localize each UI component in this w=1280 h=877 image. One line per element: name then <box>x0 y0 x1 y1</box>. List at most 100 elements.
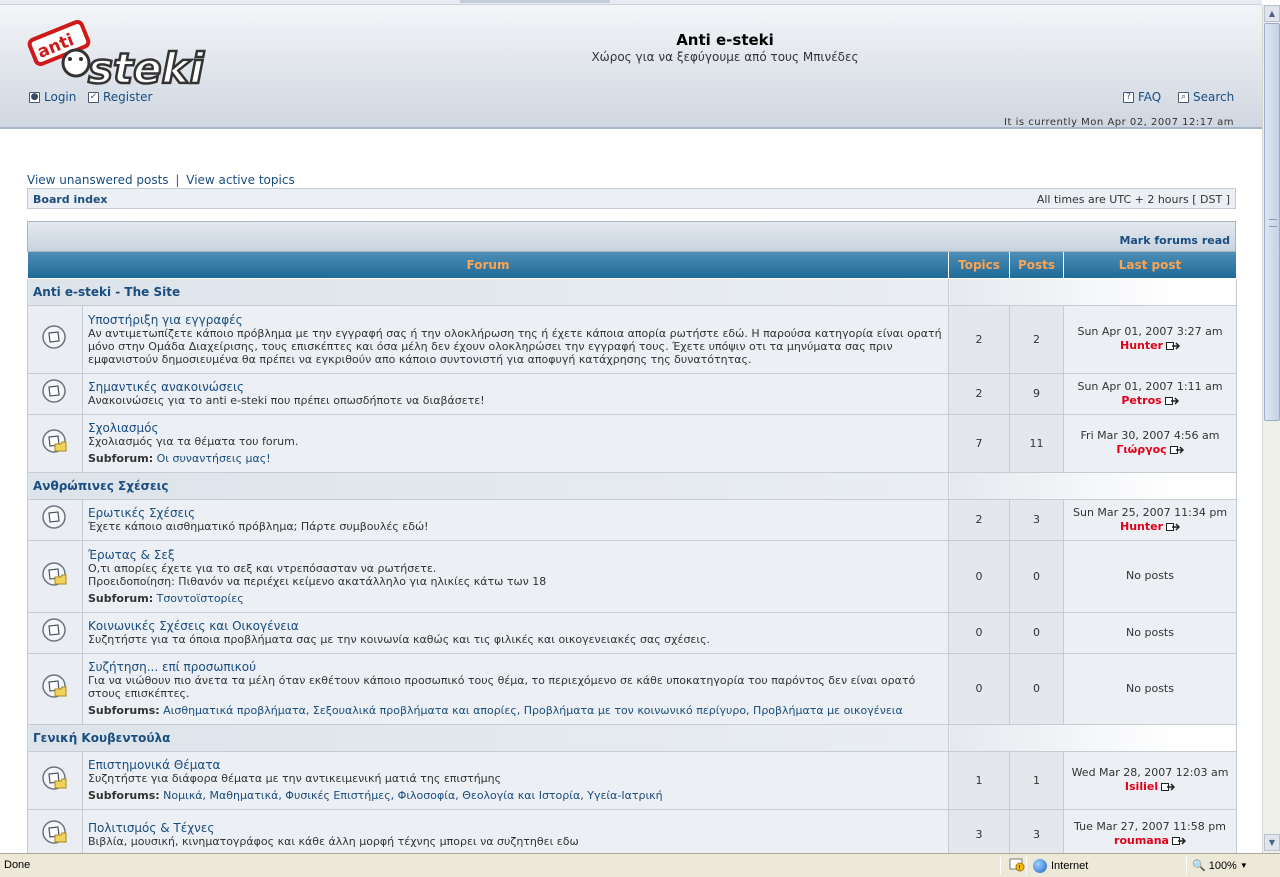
category-fill <box>948 723 1238 752</box>
posts-count: 11 <box>1009 413 1065 473</box>
posts-count: 3 <box>1009 498 1065 541</box>
topics-count: 0 <box>948 539 1011 613</box>
zoom-control[interactable]: 🔍 100% ▼ <box>1192 859 1248 873</box>
forum-description: Συζητήστε για τα όποια προβλήματα σας με… <box>88 633 711 646</box>
view-latest-post-icon[interactable] <box>1169 445 1184 455</box>
forum-title-link[interactable]: Συζήτηση... επί προσωπικού <box>88 660 943 674</box>
forum-row: Επιστημονικά Θέματα Συζητήστε για διάφορ… <box>27 750 1238 810</box>
board-index-link[interactable]: Board index <box>33 193 108 206</box>
subforum-label: Subforum: <box>88 591 154 605</box>
security-zone[interactable]: Internet <box>1033 859 1088 873</box>
posts-count: 3 <box>1009 808 1065 853</box>
column-topics: Topics <box>948 252 1011 279</box>
subforum-links[interactable]: Νομικά, Μαθηματικά, Φυσικές Επιστήμες, Φ… <box>163 789 663 802</box>
category-title[interactable]: Ανθρώπινες Σχέσεις <box>26 471 950 500</box>
topics-count: 2 <box>948 372 1011 415</box>
topics-count: 1 <box>948 750 1011 810</box>
active-topics-link[interactable]: View active topics <box>186 173 294 187</box>
scroll-thumb[interactable] <box>1264 23 1280 421</box>
last-post-author-link[interactable]: Hunter <box>1120 339 1163 352</box>
last-post-author-link[interactable]: Petros <box>1121 394 1161 407</box>
forum-info-cell: Κοινωνικές Σχέσεις και Οικογένεια Συζητή… <box>81 611 950 654</box>
category-fill <box>948 471 1238 500</box>
forum-title-link[interactable]: Σχολιασμός <box>88 421 943 435</box>
forum-row: Έρωτας & Σεξ Ο,τι απορίες έχετε για το σ… <box>27 539 1238 613</box>
chevron-down-icon: ▼ <box>1239 861 1248 870</box>
folder-icon <box>41 618 69 648</box>
forum-row: Σημαντικές ανακοινώσεις Ανακοινώσεις για… <box>27 372 1238 415</box>
scroll-up-arrow-icon[interactable]: ▲ <box>1264 5 1280 22</box>
last-post-cell: Sun Apr 01, 2007 1:11 am Petros <box>1063 372 1238 415</box>
last-post-author-link[interactable]: roumana <box>1114 834 1169 847</box>
forum-info-cell: Έρωτας & Σεξ Ο,τι απορίες έχετε για το σ… <box>81 539 950 613</box>
folder-icon <box>41 505 69 535</box>
subforum-label: Subforums: <box>88 704 160 717</box>
forum-title-link[interactable]: Σημαντικές ανακοινώσεις <box>88 380 943 394</box>
warning-icon[interactable]: ! <box>1009 858 1025 872</box>
svg-text:!: ! <box>1019 865 1021 872</box>
last-post-cell: Sun Mar 25, 2007 11:34 pm Hunter <box>1063 498 1238 541</box>
subforum-label: Subforum: <box>88 452 154 465</box>
posts-count: 1 <box>1009 750 1065 810</box>
forum-description: Για να νιώθουν πιο άνετα τα μέλη όταν εκ… <box>88 674 916 700</box>
forum-title-link[interactable]: Έρωτας & Σεξ <box>88 548 943 562</box>
last-post-date: Sun Apr 01, 2007 1:11 am <box>1077 379 1223 393</box>
last-post-cell: No posts <box>1063 539 1238 613</box>
folder-icon <box>41 379 69 409</box>
forum-status-cell <box>27 413 83 473</box>
scroll-down-arrow-icon[interactable]: ▼ <box>1264 834 1280 851</box>
view-latest-post-icon[interactable] <box>1161 782 1176 792</box>
subforum-folder-icon <box>41 819 69 850</box>
forum-title-link[interactable]: Πολιτισμός & Τέχνες <box>88 821 943 835</box>
last-post-date: Fri Mar 30, 2007 4:56 am <box>1080 429 1220 442</box>
forum-description: Βιβλία, μουσική, κινηματογράφος και κάθε… <box>88 834 579 848</box>
last-post-author-link[interactable]: Hunter <box>1120 520 1163 533</box>
view-latest-post-icon[interactable] <box>1171 836 1186 846</box>
posts-count: 0 <box>1009 652 1065 725</box>
forum-row: Ερωτικές Σχέσεις Έχετε κάποιο αισθηματικ… <box>27 498 1238 541</box>
help-icon: ? <box>1123 91 1134 103</box>
forum-info-cell: Ερωτικές Σχέσεις Έχετε κάποιο αισθηματικ… <box>81 498 950 541</box>
horizontal-scroll-thumb[interactable] <box>460 0 610 3</box>
view-latest-post-icon[interactable] <box>1166 522 1181 532</box>
subforum-list: Subforum: Οι συναντήσεις μας! <box>88 452 943 465</box>
mark-forums-read-link[interactable]: Mark forums read <box>1119 234 1230 247</box>
last-post-date: Tue Mar 27, 2007 11:58 pm <box>1074 820 1226 833</box>
faq-link[interactable]: ? FAQ <box>1123 90 1161 104</box>
subforum-links[interactable]: Τσοντοϊστορίες <box>157 592 244 605</box>
forum-status-cell <box>27 498 83 541</box>
forum-title-link[interactable]: Ερωτικές Σχέσεις <box>88 506 943 520</box>
subforum-links[interactable]: Οι συναντήσεις μας! <box>157 452 271 465</box>
view-latest-post-icon[interactable] <box>1164 396 1179 406</box>
category-title[interactable]: Γενική Κουβεντούλα <box>26 723 950 752</box>
site-description: Χώρος για να ξεφύγουμε από τους Μπινέδες <box>591 50 859 64</box>
breadcrumb: Board index All times are UTC + 2 hours … <box>27 188 1236 209</box>
category-title[interactable]: Anti e-steki - The Site <box>26 277 950 306</box>
unanswered-posts-link[interactable]: View unanswered posts <box>27 173 169 187</box>
status-divider <box>1026 857 1027 874</box>
forum-description: Έχετε κάποιο αισθηματικό πρόβλημα; Πάρτε… <box>88 520 429 533</box>
topics-count: 0 <box>948 611 1011 654</box>
forum-title-link[interactable]: Υποστήριξη για εγγραφές <box>88 313 943 327</box>
vertical-scrollbar[interactable]: ▲ ▼ <box>1262 5 1280 853</box>
view-latest-post-icon[interactable] <box>1166 341 1181 351</box>
subforum-links[interactable]: Αισθηματικά προβλήματα, Σεξουαλικά προβλ… <box>163 704 903 717</box>
last-post-author-link[interactable]: Γιώργος <box>1116 443 1166 456</box>
forum-info-cell: Πολιτισμός & Τέχνες Βιβλία, μουσική, κιν… <box>81 808 950 853</box>
search-link[interactable]: ⌕ Search <box>1178 90 1234 104</box>
last-post-author-link[interactable]: Isiliel <box>1125 780 1158 793</box>
topics-count: 2 <box>948 304 1011 374</box>
subforum-folder-icon <box>41 561 69 592</box>
register-link[interactable]: ✓ Register <box>88 90 152 104</box>
status-divider <box>1000 857 1001 874</box>
forum-title-link[interactable]: Κοινωνικές Σχέσεις και Οικογένεια <box>88 619 943 633</box>
folder-icon <box>41 324 69 355</box>
subforum-list: Subforums: Νομικά, Μαθηματικά, Φυσικές Ε… <box>88 789 943 802</box>
forum-status-cell <box>27 539 83 613</box>
current-datetime: It is currently Mon Apr 02, 2007 12:17 a… <box>1004 117 1234 128</box>
browser-status-bar: Done ! Internet 🔍 100% ▼ <box>0 853 1280 877</box>
forum-title-link[interactable]: Επιστημονικά Θέματα <box>88 758 943 772</box>
forum-info-cell: Σημαντικές ανακοινώσεις Ανακοινώσεις για… <box>81 372 950 415</box>
login-link[interactable]: ● Login <box>29 90 76 104</box>
forum-status-cell <box>27 372 83 415</box>
